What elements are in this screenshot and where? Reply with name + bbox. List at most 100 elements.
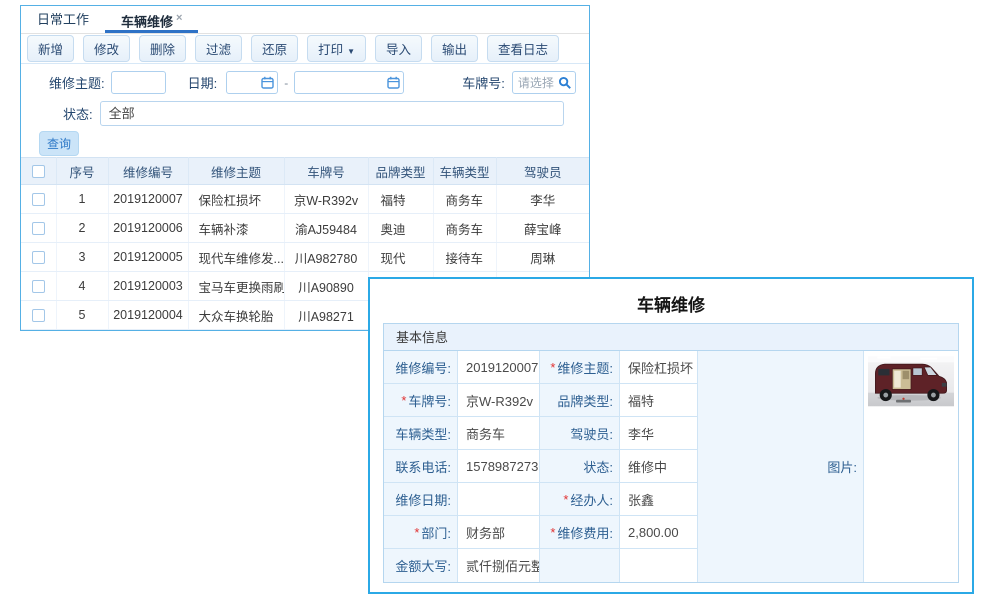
- cell-driver[interactable]: 周琳: [496, 243, 589, 272]
- form-label: 部门:: [421, 523, 451, 542]
- row-checkbox[interactable]: [32, 251, 45, 264]
- cell-driver[interactable]: 薛宝峰: [496, 214, 589, 243]
- tab-vehicle-maintenance[interactable]: 车辆维修×: [105, 6, 198, 33]
- restore-button[interactable]: 还原: [251, 35, 298, 62]
- cell-repair-code[interactable]: 2019120006: [108, 214, 188, 243]
- delete-button[interactable]: 删除: [139, 35, 186, 62]
- table-row[interactable]: 1 2019120007 保险杠损坏 京W-R392v 福特 商务车 李华: [21, 185, 589, 214]
- date-to-input[interactable]: [300, 76, 387, 90]
- cell-no: 4: [56, 272, 108, 301]
- form-label-cell: * 部门:: [384, 516, 458, 549]
- form-label: 经办人:: [570, 490, 613, 509]
- close-tab-icon[interactable]: ×: [176, 12, 182, 24]
- form-label-cell: 驾驶员:: [540, 417, 620, 450]
- cell-repair-code[interactable]: 2019120004: [108, 301, 188, 330]
- date-from-input[interactable]: [232, 76, 261, 90]
- import-button[interactable]: 导入: [375, 35, 422, 62]
- vehicle-photo[interactable]: [868, 355, 954, 408]
- form-value-cell[interactable]: 维修中: [620, 450, 698, 483]
- cell-subject[interactable]: 保险杠损坏: [188, 185, 284, 214]
- required-mark: *: [563, 492, 568, 507]
- form-value-cell[interactable]: 15789872736: [458, 450, 540, 483]
- cell-plate[interactable]: 川A98271: [284, 301, 368, 330]
- form-value-cell[interactable]: 贰仟捌佰元整: [458, 549, 540, 582]
- query-button[interactable]: 查询: [39, 131, 79, 156]
- cell-brand: 福特: [368, 185, 433, 214]
- view-log-button[interactable]: 查看日志: [487, 35, 559, 62]
- form-value-cell[interactable]: 保险杠损坏: [620, 351, 698, 384]
- col-driver: 驾驶员: [496, 158, 589, 185]
- form-label: 驾驶员:: [570, 424, 613, 443]
- cell-repair-code[interactable]: 2019120007: [108, 185, 188, 214]
- date-to-field[interactable]: [294, 71, 404, 94]
- plate-filter-label: 车牌号:: [462, 73, 505, 92]
- cell-brand: 奥迪: [368, 214, 433, 243]
- filter-row-2: 状态: 全部: [21, 101, 589, 126]
- toolbar: 新增 修改 删除 过滤 还原 打印▼ 导入 输出 查看日志: [21, 34, 589, 64]
- form-value-cell[interactable]: 2,800.00: [620, 516, 698, 549]
- print-button[interactable]: 打印▼: [307, 35, 366, 62]
- cell-subject[interactable]: 车辆补漆: [188, 214, 284, 243]
- cell-no: 3: [56, 243, 108, 272]
- form-label: 车辆类型:: [395, 424, 451, 443]
- form-value-cell[interactable]: 福特: [620, 384, 698, 417]
- cell-no: 2: [56, 214, 108, 243]
- print-label: 打印: [318, 43, 343, 57]
- cell-plate[interactable]: 川A982780: [284, 243, 368, 272]
- cell-plate[interactable]: 京W-R392v: [284, 185, 368, 214]
- date-from-field[interactable]: [226, 71, 278, 94]
- form-value-cell[interactable]: 京W-R392v: [458, 384, 540, 417]
- cell-plate[interactable]: 川A90890: [284, 272, 368, 301]
- plate-filter-field[interactable]: [512, 71, 576, 94]
- form-value-cell[interactable]: 张鑫: [620, 483, 698, 516]
- filter-row-1: 维修主题: 日期: -: [21, 71, 589, 94]
- form-value-cell[interactable]: [620, 549, 698, 582]
- subject-filter-input[interactable]: [111, 71, 166, 94]
- search-icon[interactable]: [558, 76, 572, 90]
- select-all-checkbox[interactable]: [32, 165, 45, 178]
- form-label: 维修主题:: [557, 358, 613, 377]
- cell-driver[interactable]: 李华: [496, 185, 589, 214]
- form-value-cell[interactable]: 李华: [620, 417, 698, 450]
- filter-button[interactable]: 过滤: [195, 35, 242, 62]
- subject-input[interactable]: [117, 76, 162, 90]
- form-label: 维修费用:: [557, 523, 613, 542]
- col-repair-code: 维修编号: [108, 158, 188, 185]
- cell-subject[interactable]: 大众车换轮胎: [188, 301, 284, 330]
- cell-subject[interactable]: 现代车维修发...: [188, 243, 284, 272]
- calendar-icon[interactable]: [261, 76, 274, 89]
- form-value-cell[interactable]: 商务车: [458, 417, 540, 450]
- status-select[interactable]: 全部: [100, 101, 564, 126]
- row-checkbox[interactable]: [32, 222, 45, 235]
- cell-subject[interactable]: 宝马车更换雨刷: [188, 272, 284, 301]
- form-label: 维修编号:: [395, 358, 451, 377]
- cell-brand: 现代: [368, 243, 433, 272]
- add-button[interactable]: 新增: [27, 35, 74, 62]
- cell-repair-code[interactable]: 2019120003: [108, 272, 188, 301]
- table-row[interactable]: 3 2019120005 现代车维修发... 川A982780 现代 接待车 周…: [21, 243, 589, 272]
- image-label-text: 图片:: [827, 457, 857, 476]
- form-label: 状态:: [583, 457, 613, 476]
- calendar-icon[interactable]: [387, 76, 400, 89]
- table-row[interactable]: 2 2019120006 车辆补漆 渝AJ59484 奥迪 商务车 薛宝峰: [21, 214, 589, 243]
- date-range-separator: -: [284, 76, 288, 90]
- form-label-cell: 车辆类型:: [384, 417, 458, 450]
- tab-label: 车辆维修: [121, 14, 173, 29]
- form-label-cell: 状态:: [540, 450, 620, 483]
- form-value-cell[interactable]: [458, 483, 540, 516]
- row-checkbox[interactable]: [32, 280, 45, 293]
- plate-input[interactable]: [518, 76, 558, 90]
- cell-plate[interactable]: 渝AJ59484: [284, 214, 368, 243]
- cell-repair-code[interactable]: 2019120005: [108, 243, 188, 272]
- tab-daily-work[interactable]: 日常工作: [21, 6, 105, 33]
- edit-button[interactable]: 修改: [83, 35, 130, 62]
- required-mark: *: [550, 525, 555, 540]
- form-value-cell[interactable]: 财务部: [458, 516, 540, 549]
- form-value-cell[interactable]: 2019120007: [458, 351, 540, 384]
- export-button[interactable]: 输出: [431, 35, 478, 62]
- tab-bar: 日常工作 车辆维修×: [21, 6, 589, 34]
- required-mark: *: [414, 525, 419, 540]
- cell-vehicle-type: 接待车: [433, 243, 496, 272]
- row-checkbox[interactable]: [32, 309, 45, 322]
- row-checkbox[interactable]: [32, 193, 45, 206]
